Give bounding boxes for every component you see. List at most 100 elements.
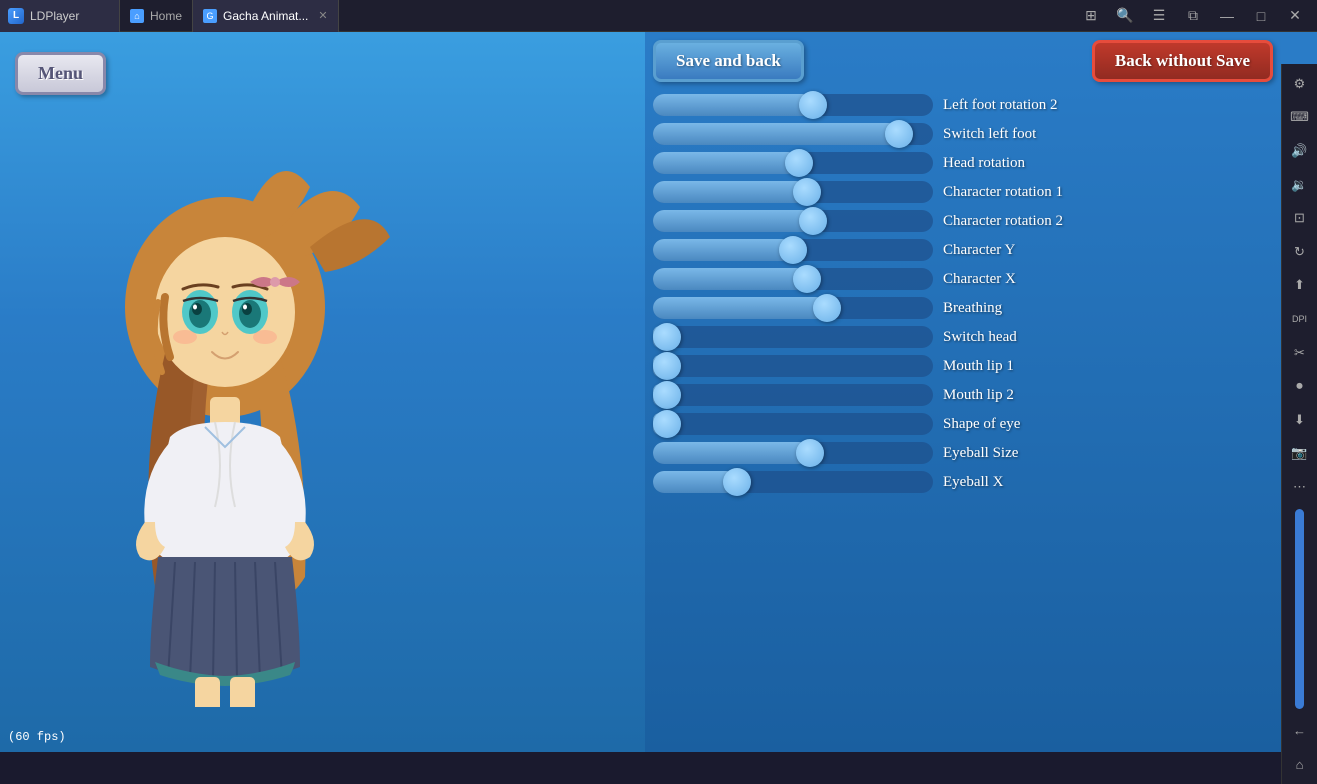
slider-label-2: Head rotation bbox=[943, 155, 1143, 172]
rs-display-btn[interactable]: ⊡ bbox=[1284, 202, 1316, 234]
tb-minimize-btn[interactable]: — bbox=[1211, 0, 1243, 32]
app-logo-icon: L bbox=[8, 8, 24, 24]
slider-fill-7 bbox=[653, 297, 827, 319]
title-bar-left: L LDPlayer ⌂ Home G Gacha Animat... ✕ bbox=[0, 0, 1075, 32]
rs-dpi-btn[interactable]: DPI bbox=[1284, 303, 1316, 335]
home-tab-icon: ⌂ bbox=[130, 9, 144, 23]
slider-label-13: Eyeball X bbox=[943, 474, 1143, 491]
tab-home-label: Home bbox=[150, 9, 182, 23]
rs-download-btn[interactable]: ⬇ bbox=[1284, 404, 1316, 436]
slider-thumb-11[interactable] bbox=[653, 410, 681, 438]
slider-track-11[interactable] bbox=[653, 413, 933, 435]
sliders-list: Left foot rotation 2 Switch left foot Head… bbox=[645, 88, 1281, 752]
slider-thumb-3[interactable] bbox=[793, 178, 821, 206]
tab-home[interactable]: ⌂ Home bbox=[120, 0, 193, 32]
slider-fill-3 bbox=[653, 181, 807, 203]
slider-thumb-9[interactable] bbox=[653, 352, 681, 380]
tb-apps-btn[interactable]: ⊞ bbox=[1075, 0, 1107, 32]
game-area: Menu (60 fps) bbox=[0, 32, 645, 752]
slider-row: Eyeball X bbox=[653, 469, 1273, 495]
tb-pip-btn[interactable]: ⧉ bbox=[1177, 0, 1209, 32]
rs-vol-up-btn[interactable]: 🔊 bbox=[1284, 135, 1316, 167]
rs-record-btn[interactable]: ⏺ bbox=[1284, 370, 1316, 402]
slider-thumb-4[interactable] bbox=[799, 207, 827, 235]
slider-thumb-5[interactable] bbox=[779, 236, 807, 264]
rs-scissors-btn[interactable]: ✂ bbox=[1284, 337, 1316, 369]
slider-fill-12 bbox=[653, 442, 810, 464]
slider-fill-6 bbox=[653, 268, 807, 290]
slider-row: Switch head bbox=[653, 324, 1273, 350]
slider-track-5[interactable] bbox=[653, 239, 933, 261]
back-no-save-button[interactable]: Back without Save bbox=[1092, 40, 1273, 82]
slider-thumb-0[interactable] bbox=[799, 91, 827, 119]
slider-row: Left foot rotation 2 bbox=[653, 92, 1273, 118]
slider-label-8: Switch head bbox=[943, 329, 1143, 346]
tb-close-btn[interactable]: ✕ bbox=[1279, 0, 1311, 32]
slider-row: Character X bbox=[653, 266, 1273, 292]
slider-fill-4 bbox=[653, 210, 813, 232]
slider-label-10: Mouth lip 2 bbox=[943, 387, 1143, 404]
title-bar: L LDPlayer ⌂ Home G Gacha Animat... ✕ ⊞ … bbox=[0, 0, 1317, 32]
slider-thumb-1[interactable] bbox=[885, 120, 913, 148]
rs-settings-btn[interactable]: ⚙ bbox=[1284, 68, 1316, 100]
slider-track-4[interactable] bbox=[653, 210, 933, 232]
rs-home-btn[interactable]: ⌂ bbox=[1284, 748, 1316, 780]
slider-row: Eyeball Size bbox=[653, 440, 1273, 466]
rs-keyboard-btn[interactable]: ⌨ bbox=[1284, 102, 1316, 134]
slider-label-0: Left foot rotation 2 bbox=[943, 97, 1143, 114]
slider-track-12[interactable] bbox=[653, 442, 933, 464]
slider-fill-2 bbox=[653, 152, 799, 174]
save-back-button[interactable]: Save and back bbox=[653, 40, 804, 82]
slider-row: Shape of eye bbox=[653, 411, 1273, 437]
slider-row: Switch left foot bbox=[653, 121, 1273, 147]
tb-menu-btn[interactable]: ☰ bbox=[1143, 0, 1175, 32]
character-container bbox=[50, 127, 400, 712]
slider-row: Head rotation bbox=[653, 150, 1273, 176]
title-bar-controls: ⊞ 🔍 ☰ ⧉ — □ ✕ bbox=[1075, 0, 1317, 32]
rs-scrollbar[interactable] bbox=[1295, 509, 1304, 709]
app-logo[interactable]: L LDPlayer bbox=[0, 0, 120, 32]
slider-label-9: Mouth lip 1 bbox=[943, 358, 1143, 375]
slider-thumb-6[interactable] bbox=[793, 265, 821, 293]
slider-row: Character rotation 1 bbox=[653, 179, 1273, 205]
fps-counter: (60 fps) bbox=[8, 730, 66, 744]
tb-search-btn[interactable]: 🔍 bbox=[1109, 0, 1141, 32]
right-sidebar: ⚙ ⌨ 🔊 🔉 ⊡ ↻ ⬆ DPI ✂ ⏺ ⬇ 📷 ⋯ ← ⌂ bbox=[1281, 64, 1317, 784]
rs-import-btn[interactable]: ⬆ bbox=[1284, 270, 1316, 302]
rs-more-btn[interactable]: ⋯ bbox=[1284, 471, 1316, 503]
slider-track-0[interactable] bbox=[653, 94, 933, 116]
slider-track-9[interactable] bbox=[653, 355, 933, 377]
slider-label-5: Character Y bbox=[943, 242, 1143, 259]
slider-label-4: Character rotation 2 bbox=[943, 213, 1143, 230]
slider-track-3[interactable] bbox=[653, 181, 933, 203]
slider-track-10[interactable] bbox=[653, 384, 933, 406]
rs-vol-down-btn[interactable]: 🔉 bbox=[1284, 169, 1316, 201]
settings-panel: Save and back Back without Save Left foo… bbox=[645, 32, 1281, 752]
slider-thumb-10[interactable] bbox=[653, 381, 681, 409]
slider-label-3: Character rotation 1 bbox=[943, 184, 1143, 201]
slider-track-6[interactable] bbox=[653, 268, 933, 290]
slider-row: Mouth lip 1 bbox=[653, 353, 1273, 379]
slider-thumb-8[interactable] bbox=[653, 323, 681, 351]
slider-label-1: Switch left foot bbox=[943, 126, 1143, 143]
panel-header: Save and back Back without Save bbox=[645, 32, 1281, 88]
rs-rotate-btn[interactable]: ↻ bbox=[1284, 236, 1316, 268]
rs-back-btn[interactable]: ← bbox=[1284, 715, 1316, 747]
slider-thumb-7[interactable] bbox=[813, 294, 841, 322]
slider-label-12: Eyeball Size bbox=[943, 445, 1143, 462]
rs-camera-btn[interactable]: 📷 bbox=[1284, 438, 1316, 470]
tab-gacha-close[interactable]: ✕ bbox=[318, 9, 327, 22]
slider-track-7[interactable] bbox=[653, 297, 933, 319]
slider-label-7: Breathing bbox=[943, 300, 1143, 317]
slider-track-2[interactable] bbox=[653, 152, 933, 174]
tab-gacha[interactable]: G Gacha Animat... ✕ bbox=[193, 0, 339, 32]
slider-track-1[interactable] bbox=[653, 123, 933, 145]
tab-gacha-label: Gacha Animat... bbox=[223, 9, 308, 23]
menu-button[interactable]: Menu bbox=[15, 52, 106, 95]
slider-thumb-12[interactable] bbox=[796, 439, 824, 467]
slider-thumb-13[interactable] bbox=[723, 468, 751, 496]
slider-thumb-2[interactable] bbox=[785, 149, 813, 177]
tb-maximize-btn[interactable]: □ bbox=[1245, 0, 1277, 32]
slider-track-13[interactable] bbox=[653, 471, 933, 493]
slider-track-8[interactable] bbox=[653, 326, 933, 348]
